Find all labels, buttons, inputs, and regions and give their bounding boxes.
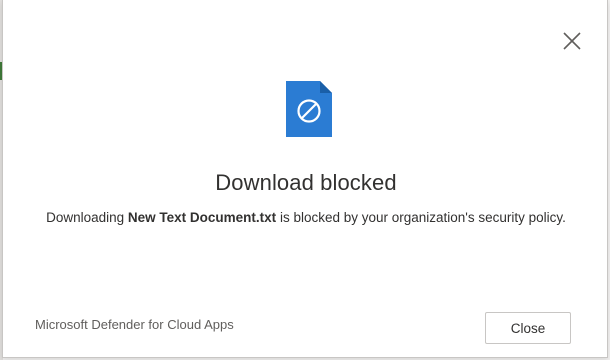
message-prefix: Downloading	[46, 210, 128, 225]
dialog-message: Downloading New Text Document.txt is blo…	[3, 210, 609, 225]
dialog-title: Download blocked	[215, 170, 397, 195]
blocked-file-icon	[286, 81, 332, 137]
message-suffix: is blocked by your organization's securi…	[276, 210, 566, 225]
blocked-filename: New Text Document.txt	[127, 210, 277, 225]
download-blocked-dialog: Download blocked Downloading New Text Do…	[2, 0, 608, 358]
footer-brand: Microsoft Defender for Cloud Apps	[35, 317, 234, 332]
close-icon[interactable]	[559, 28, 585, 54]
close-button[interactable]: Close	[485, 312, 571, 344]
